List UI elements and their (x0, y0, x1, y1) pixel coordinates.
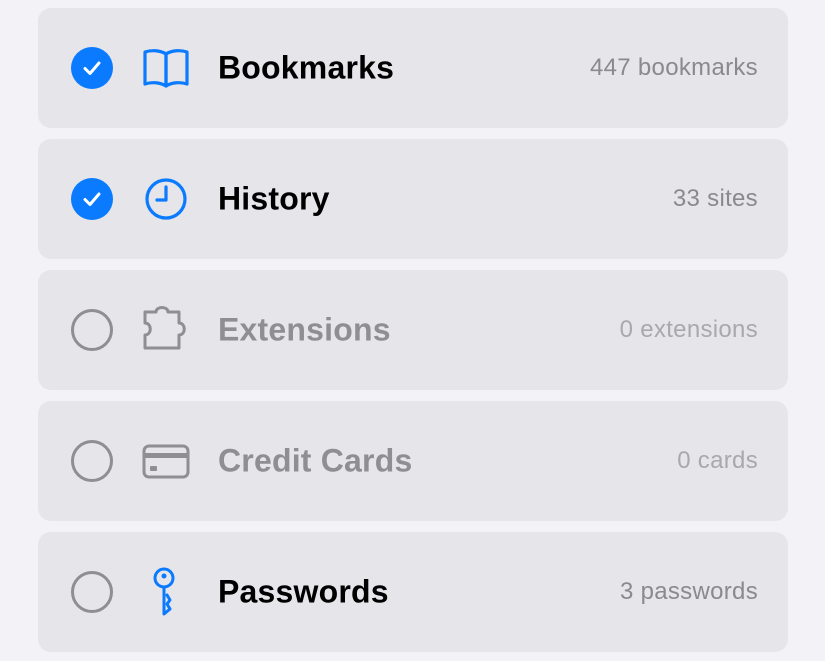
passwords-checkbox[interactable] (71, 571, 113, 613)
row-label: Bookmarks (218, 49, 395, 86)
row-count: 33 sites (672, 185, 758, 212)
import-row-credit-cards[interactable]: Credit Cards 0 cards (38, 401, 788, 521)
book-icon (140, 42, 192, 94)
bookmarks-checkbox[interactable] (71, 47, 113, 89)
row-count: 0 cards (677, 447, 758, 474)
import-row-bookmarks[interactable]: Bookmarks 447 bookmarks (38, 8, 788, 128)
puzzle-piece-icon (140, 304, 192, 356)
import-row-passwords[interactable]: Passwords 3 passwords (38, 532, 788, 652)
row-count: 0 extensions (619, 316, 758, 343)
row-count: 447 bookmarks (590, 54, 758, 81)
row-label: Passwords (218, 573, 389, 610)
history-checkbox[interactable] (71, 178, 113, 220)
row-label: History (218, 180, 330, 217)
checkmark-icon (83, 61, 101, 75)
import-row-extensions[interactable]: Extensions 0 extensions (38, 270, 788, 390)
key-icon (140, 566, 192, 618)
credit-card-icon (140, 435, 192, 487)
import-items-list: Bookmarks 447 bookmarks History 33 sites… (38, 8, 788, 652)
clock-icon (140, 173, 192, 225)
credit-cards-checkbox[interactable] (71, 440, 113, 482)
import-row-history[interactable]: History 33 sites (38, 139, 788, 259)
row-label: Extensions (218, 311, 391, 348)
row-label: Credit Cards (218, 442, 413, 479)
extensions-checkbox[interactable] (71, 309, 113, 351)
row-count: 3 passwords (619, 578, 758, 605)
checkmark-icon (83, 192, 101, 206)
